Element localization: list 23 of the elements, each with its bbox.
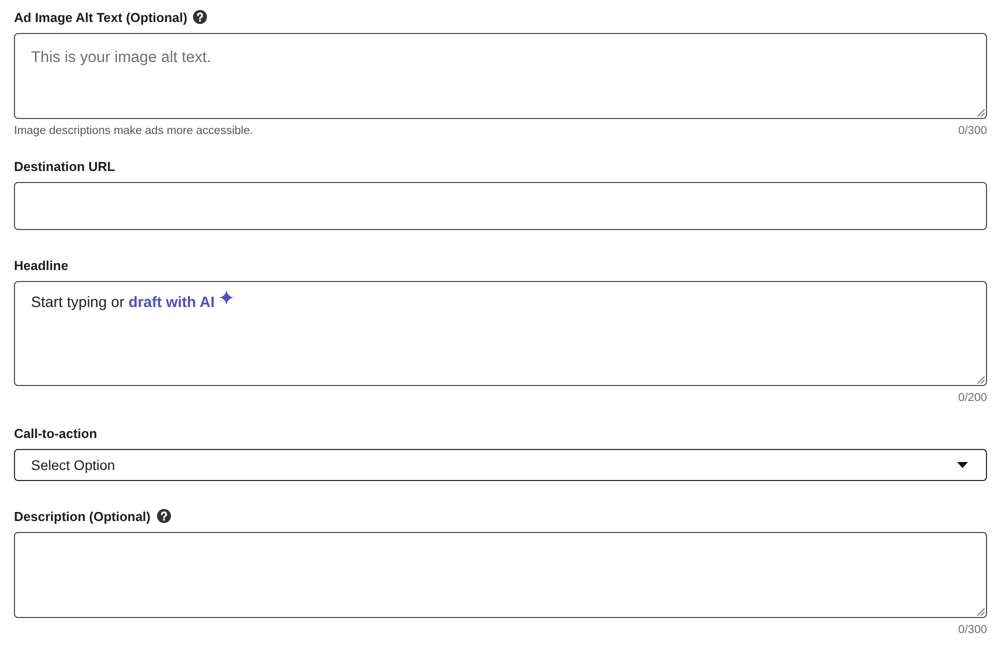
textarea-field[interactable] [14,532,987,618]
caret-icon [957,462,968,468]
character-counter: 0/300 [958,125,987,137]
field-label: Description (Optional) [14,508,150,524]
character-counter: 0/300 [958,624,987,636]
draft-with-ai-link[interactable]: draft with AI [128,294,234,311]
editor-prompt-text: Start typing or draft with AI [31,294,234,311]
sparkle-icon [218,290,234,305]
textarea-field[interactable]: This is your image alt text. [14,33,987,119]
character-counter: 0/200 [958,392,987,404]
field-label: Destination URL [14,158,116,174]
help-icon[interactable] [193,10,208,24]
input-field[interactable] [14,182,987,230]
resize-grip-icon[interactable] [976,375,985,384]
resize-grip-icon[interactable] [976,108,985,117]
dropdown-select[interactable]: Select Option [14,449,987,481]
field-label: Ad Image Alt Text (Optional) [14,10,188,24]
field-label: Call-to-action [14,426,98,440]
helper-text: Image descriptions make ads more accessible. [14,125,254,137]
help-icon[interactable] [156,509,170,523]
resize-grip-icon[interactable] [976,607,985,616]
field-label: Headline [14,258,68,272]
editor-field[interactable]: Start typing or draft with AI [14,281,987,386]
